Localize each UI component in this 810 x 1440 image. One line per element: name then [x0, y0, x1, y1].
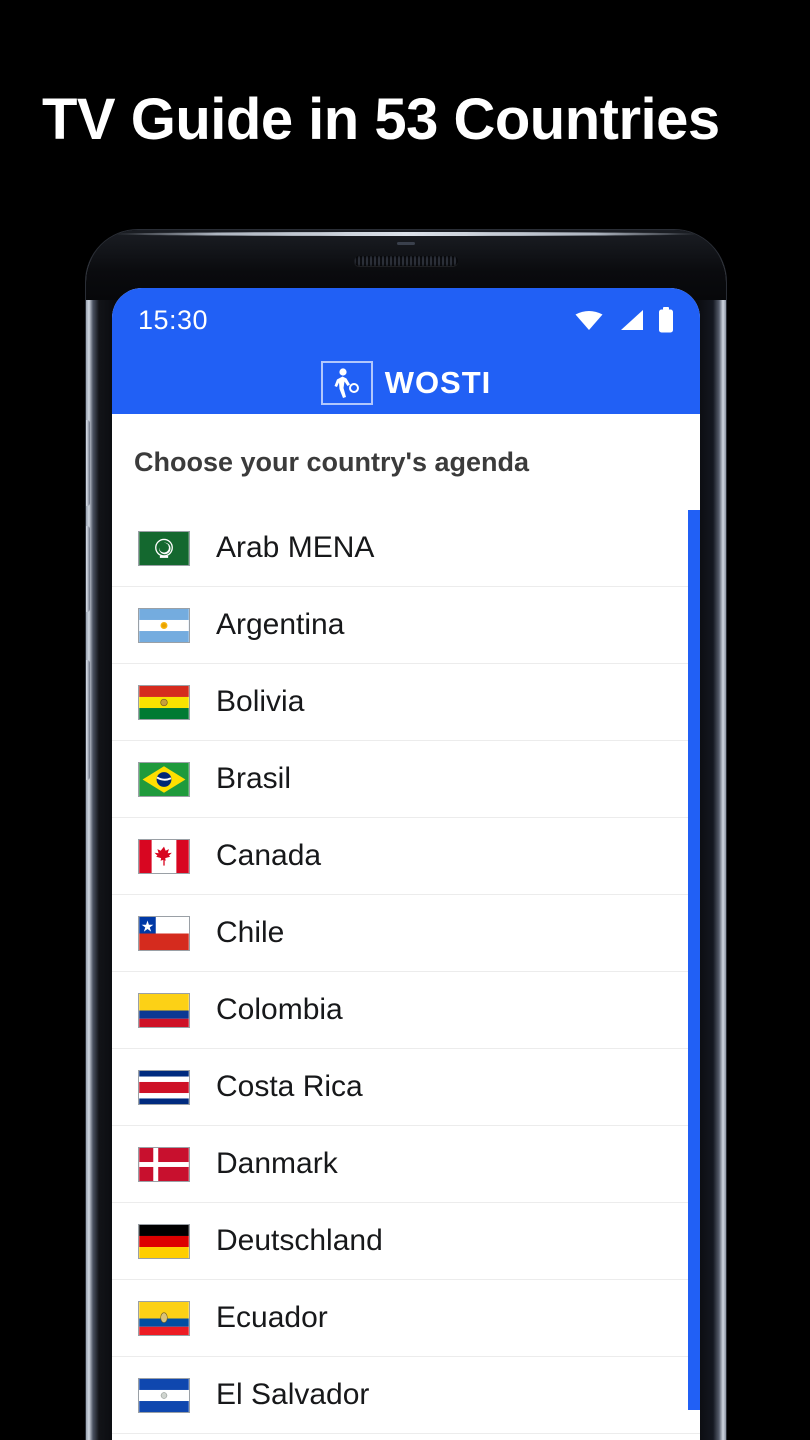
arab-league-flag — [138, 530, 190, 566]
cell-signal-icon — [618, 309, 644, 331]
list-item[interactable]: Colombia — [112, 972, 700, 1049]
promo-headline: TV Guide in 53 Countries — [42, 87, 720, 152]
list-item-label: Chile — [216, 916, 285, 949]
phone-screen: 15:30 WOSTI Choose your country's agenda… — [112, 288, 700, 1440]
list-item-label: Brasil — [216, 762, 292, 795]
list-item[interactable]: Chile — [112, 895, 700, 972]
status-bar: 15:30 — [112, 288, 700, 352]
bolivia-flag — [138, 684, 190, 720]
wosti-player-logo-icon — [320, 361, 373, 405]
argentina-flag — [138, 607, 190, 643]
status-icon-group — [574, 307, 674, 333]
volume-down-button[interactable] — [86, 526, 90, 612]
list-scrollbar[interactable] — [688, 510, 700, 1434]
power-button[interactable] — [86, 660, 90, 780]
chile-flag — [138, 915, 190, 951]
costa-rica-flag — [138, 1069, 190, 1105]
list-item[interactable]: Bolivia — [112, 664, 700, 741]
list-item[interactable]: Brasil — [112, 741, 700, 818]
wifi-icon — [574, 309, 604, 331]
list-item-label: El Salvador — [216, 1378, 370, 1411]
list-item[interactable]: Canada — [112, 818, 700, 895]
scrollbar-thumb[interactable] — [688, 510, 700, 1410]
section-title: Choose your country's agenda — [134, 446, 529, 477]
battery-icon — [658, 307, 674, 333]
colombia-flag — [138, 992, 190, 1028]
list-item-label: Deutschland — [216, 1224, 383, 1257]
brazil-flag — [138, 761, 190, 797]
front-camera-icon — [397, 242, 415, 245]
list-item-label: Costa Rica — [216, 1070, 363, 1103]
germany-flag — [138, 1223, 190, 1259]
canada-flag — [138, 838, 190, 874]
list-item[interactable]: Costa Rica — [112, 1049, 700, 1126]
list-item-label: Canada — [216, 839, 322, 872]
list-item[interactable]: Deutschland — [112, 1203, 700, 1280]
promo-screenshot: TV Guide in 53 Countries 15:30 WOSTI Cho… — [0, 0, 810, 1440]
volume-up-button[interactable] — [86, 420, 90, 506]
list-item[interactable]: Ecuador — [112, 1280, 700, 1357]
list-item[interactable]: El Salvador — [112, 1357, 700, 1434]
app-bar: WOSTI — [112, 352, 700, 414]
list-item-label: Ecuador — [216, 1301, 328, 1334]
list-item-label: Danmark — [216, 1147, 338, 1180]
country-list[interactable]: Arab MENA Argentina Bolivia Brasil Canad… — [112, 510, 700, 1434]
list-item[interactable]: Arab MENA — [112, 510, 700, 587]
list-item-label: Argentina — [216, 608, 345, 641]
list-item-label: Arab MENA — [216, 531, 375, 564]
brand-name: WOSTI — [384, 365, 492, 400]
frame-highlight — [110, 232, 702, 236]
phone-device-frame: 15:30 WOSTI Choose your country's agenda… — [86, 230, 726, 1440]
list-item-label: Bolivia — [216, 685, 305, 718]
earpiece-speaker-icon — [354, 256, 458, 266]
el-salvador-flag — [138, 1377, 190, 1413]
list-item[interactable]: Argentina — [112, 587, 700, 664]
status-clock: 15:30 — [138, 304, 209, 335]
list-item[interactable]: Danmark — [112, 1126, 700, 1203]
denmark-flag — [138, 1146, 190, 1182]
list-item-label: Colombia — [216, 993, 343, 1026]
ecuador-flag — [138, 1300, 190, 1336]
section-header: Choose your country's agenda — [112, 414, 700, 520]
